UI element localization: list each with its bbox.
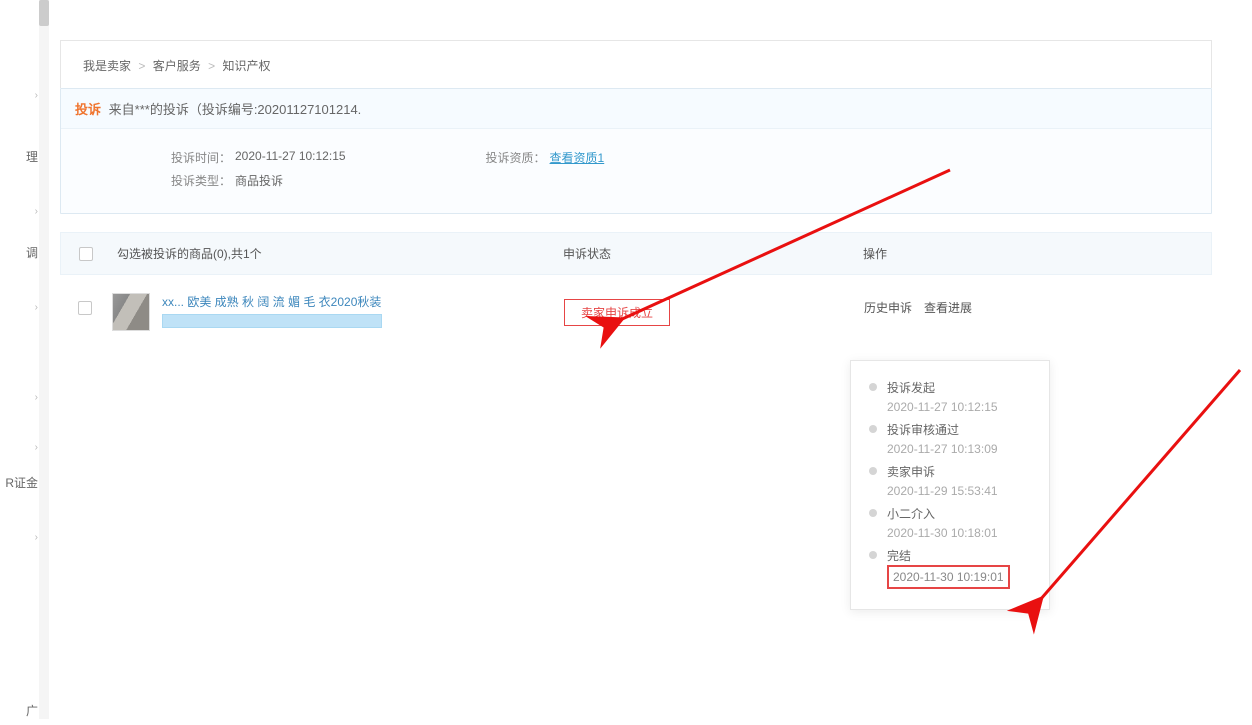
chevron-right-icon: › (35, 302, 38, 313)
complaint-tag: 投诉 (75, 102, 101, 117)
sidebar-item-4[interactable]: › (0, 296, 40, 319)
complaint-type-label: 投诉类型： (171, 172, 235, 189)
timeline-time: 2020-11-29 15:53:41 (887, 481, 1031, 501)
chevron-right-icon: › (35, 442, 38, 453)
table-header: 勾选被投诉的商品(0),共1个 申诉状态 操作 (60, 232, 1212, 275)
sidebar-item-2[interactable]: › (0, 200, 40, 223)
timeline-time: 2020-11-30 10:18:01 (887, 523, 1031, 543)
timeline-title: 完结 (887, 547, 1031, 565)
timeline-title: 投诉审核通过 (887, 421, 1031, 439)
column-status-header: 申诉状态 (563, 245, 863, 262)
chevron-right-icon: › (35, 206, 38, 217)
sidebar-item-9[interactable]: 广 (0, 696, 40, 725)
column-action-header: 操作 (863, 245, 1193, 262)
breadcrumb-item-service[interactable]: 客户服务 (153, 59, 201, 73)
chevron-right-icon: › (35, 392, 38, 403)
history-appeal-link[interactable]: 历史申诉 (864, 299, 912, 316)
sidebar-item-8[interactable]: › (0, 526, 40, 549)
appeal-status-badge: 卖家申诉成立 (564, 299, 670, 326)
row-checkbox[interactable] (78, 301, 92, 315)
timeline-item: 投诉审核通过 2020-11-27 10:13:09 (869, 421, 1031, 459)
sidebar-item-5[interactable]: › (0, 386, 40, 409)
timeline-dot-icon (869, 551, 877, 559)
column-product-header: 勾选被投诉的商品(0),共1个 (113, 245, 563, 262)
complaint-time-value: 2020-11-27 10:12:15 (235, 149, 346, 166)
chevron-right-icon: › (35, 90, 38, 101)
timeline-item: 投诉发起 2020-11-27 10:12:15 (869, 379, 1031, 417)
left-sidebar: › 理 › 调 › › › R证金 › 广 (0, 0, 40, 719)
timeline-dot-icon (869, 383, 877, 391)
breadcrumb-item-seller[interactable]: 我是卖家 (83, 59, 131, 73)
action-cell: 历史申诉 查看进展 (864, 293, 1194, 316)
timeline-title: 卖家申诉 (887, 463, 1031, 481)
timeline-title: 小二介入 (887, 505, 1031, 523)
timeline-time: 2020-11-27 10:12:15 (887, 397, 1031, 417)
select-all-checkbox[interactable] (79, 247, 93, 261)
sidebar-item-1[interactable]: 理 (0, 142, 40, 171)
table-row: xx... 欧美 成熟 秋 阔 流 媚 毛 衣2020秋装 卖家申诉成立 历史申… (60, 275, 1212, 349)
timeline-item: 小二介入 2020-11-30 10:18:01 (869, 505, 1031, 543)
complaint-qual-label: 投诉资质： (486, 149, 550, 166)
complaint-panel: 投诉 来自***的投诉（投诉编号:20201127101214. 投诉时间： 2… (60, 88, 1212, 214)
product-title-redacted (162, 314, 382, 328)
timeline-item: 卖家申诉 2020-11-29 15:53:41 (869, 463, 1031, 501)
breadcrumb: 我是卖家 > 客户服务 > 知识产权 (60, 40, 1212, 88)
main-content: 我是卖家 > 客户服务 > 知识产权 投诉 来自***的投诉（投诉编号:2020… (60, 40, 1212, 349)
status-cell: 卖家申诉成立 (564, 293, 864, 326)
complaint-header: 投诉 来自***的投诉（投诉编号:20201127101214. (61, 89, 1211, 129)
breadcrumb-separator: > (138, 59, 145, 73)
complaint-header-text: 来自***的投诉（投诉编号:20201127101214. (109, 102, 362, 117)
timeline-title: 投诉发起 (887, 379, 1031, 397)
product-thumbnail[interactable] (112, 293, 150, 331)
timeline-dot-icon (869, 425, 877, 433)
sidebar-item-7[interactable]: R证金 (0, 468, 40, 497)
timeline-item: 完结 2020-11-30 10:19:01 (869, 547, 1031, 589)
progress-timeline-popover: 投诉发起 2020-11-27 10:12:15 投诉审核通过 2020-11-… (850, 360, 1050, 610)
product-title-link[interactable]: xx... 欧美 成熟 秋 阔 流 媚 毛 衣2020秋装 (162, 293, 412, 310)
complaint-time-label: 投诉时间： (171, 149, 235, 166)
sidebar-item-3[interactable]: 调 (0, 238, 40, 267)
view-progress-link[interactable]: 查看进展 (924, 299, 972, 316)
sidebar-item-6[interactable]: › (0, 436, 40, 459)
timeline-dot-icon (869, 467, 877, 475)
timeline-time: 2020-11-27 10:13:09 (887, 439, 1031, 459)
sidebar-scrollbar[interactable] (39, 0, 49, 719)
timeline-time-highlighted: 2020-11-30 10:19:01 (887, 565, 1010, 589)
breadcrumb-separator: > (208, 59, 215, 73)
product-cell: xx... 欧美 成熟 秋 阔 流 媚 毛 衣2020秋装 (162, 293, 564, 331)
chevron-right-icon: › (35, 532, 38, 543)
timeline-dot-icon (869, 509, 877, 517)
complaint-body: 投诉时间： 2020-11-27 10:12:15 投诉资质： 查看资质1 投诉… (61, 129, 1211, 213)
sidebar-item-0[interactable]: › (0, 84, 40, 107)
view-qualification-link[interactable]: 查看资质1 (550, 149, 605, 166)
complaint-type-value: 商品投诉 (235, 172, 283, 189)
breadcrumb-item-ip[interactable]: 知识产权 (222, 59, 270, 73)
